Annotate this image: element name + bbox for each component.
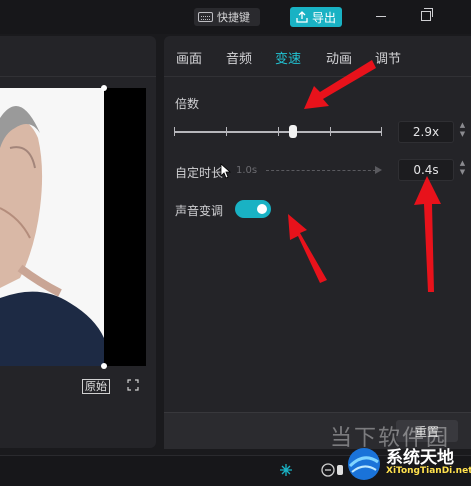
tab-audio[interactable]: 音频 xyxy=(226,48,252,67)
export-button[interactable]: 导出 xyxy=(290,7,342,27)
inspector-panel: 画面 音频 变速 动画 调节 xyxy=(164,36,471,448)
person-photo xyxy=(0,88,104,366)
speed-slider-handle[interactable] xyxy=(289,125,297,138)
pitch-toggle[interactable] xyxy=(235,200,271,218)
maximize-icon xyxy=(421,8,433,21)
keyboard-icon xyxy=(198,12,213,22)
custom-duration-label: 自定时长 xyxy=(175,166,224,180)
export-label: 导出 xyxy=(311,10,336,25)
tab-animation[interactable]: 动画 xyxy=(326,48,352,67)
pitch-label: 声音变调 xyxy=(175,204,224,218)
custom-duration-start: 1.0s xyxy=(236,165,258,176)
original-ratio-button[interactable]: 原始 xyxy=(82,379,110,394)
globe-logo-icon xyxy=(348,448,380,480)
custom-duration-track xyxy=(266,170,376,171)
minimize-button[interactable] xyxy=(372,7,390,25)
tab-speed[interactable]: 变速 xyxy=(275,48,301,67)
toggle-knob xyxy=(257,204,267,214)
multiplier-label: 倍数 xyxy=(175,97,200,111)
custom-duration-value-field[interactable]: 0.4s xyxy=(398,159,454,181)
tab-bar: 画面 音频 变速 动画 调节 xyxy=(164,36,471,77)
slider-tick xyxy=(278,127,279,136)
crop-handle-bottom[interactable] xyxy=(101,363,107,369)
watermark-logo: 系统天地 XiTongTianDi.net xyxy=(340,442,471,485)
crop-handle-top[interactable] xyxy=(101,85,107,91)
snap-icon[interactable] xyxy=(278,462,294,478)
multiplier-stepper[interactable]: ▲ ▼ xyxy=(458,121,467,143)
slider-tick xyxy=(226,127,227,136)
duration-arrow-icon xyxy=(375,166,382,174)
speed-slider[interactable] xyxy=(174,125,382,138)
multiplier-value-field[interactable]: 2.9x xyxy=(398,121,454,143)
slider-tick xyxy=(330,127,331,136)
tab-adjust[interactable]: 调节 xyxy=(375,48,401,67)
preview-image xyxy=(0,88,104,366)
watermark-brand: 系统天地 xyxy=(386,448,454,468)
duration-stepper[interactable]: ▲ ▼ xyxy=(458,159,467,181)
top-bar: 快捷键 导出 xyxy=(0,0,471,34)
minimize-icon xyxy=(376,15,386,17)
shortcut-label: 快捷键 xyxy=(217,11,250,24)
shortcut-button[interactable]: 快捷键 xyxy=(194,8,260,26)
maximize-button[interactable] xyxy=(417,7,435,25)
slider-tick xyxy=(381,127,382,136)
watermark-url: XiTongTianDi.net xyxy=(386,466,471,476)
player-header xyxy=(0,36,156,77)
preview-canvas[interactable] xyxy=(0,85,146,369)
fullscreen-icon[interactable] xyxy=(127,379,139,391)
slider-tick xyxy=(174,127,175,136)
export-icon xyxy=(296,11,308,23)
tab-picture[interactable]: 画面 xyxy=(176,48,202,67)
mouse-cursor-icon xyxy=(220,163,232,179)
